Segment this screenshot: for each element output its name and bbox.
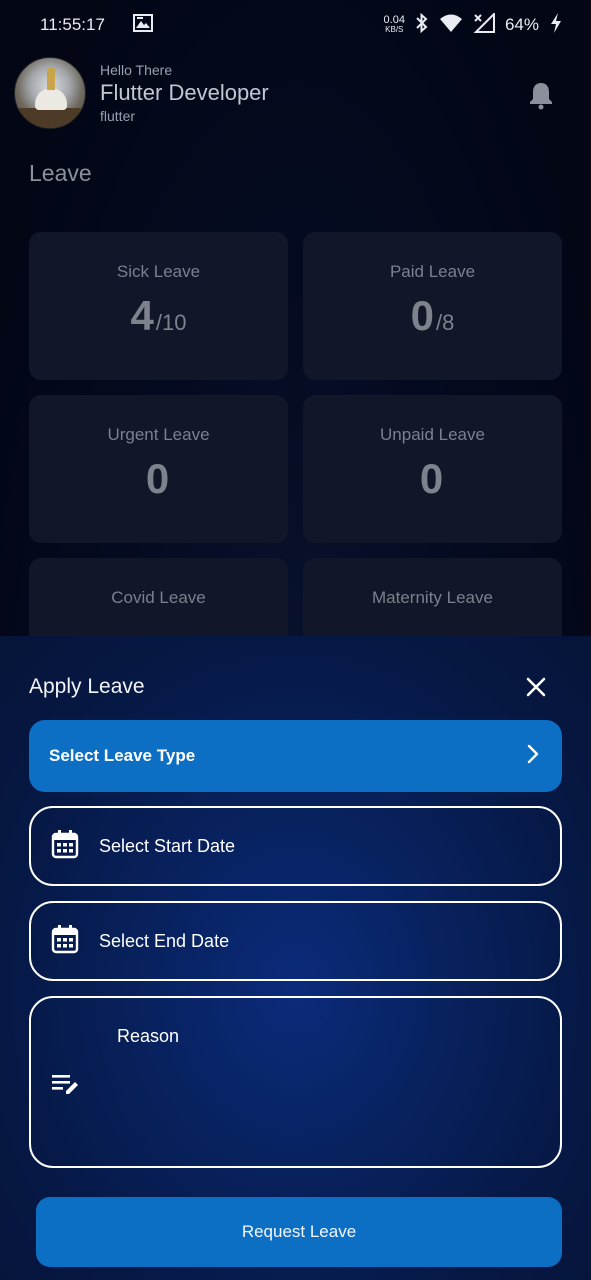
leave-card-value: 0 <box>146 455 171 503</box>
start-date-field[interactable]: Select Start Date <box>29 806 562 886</box>
end-date-label: Select End Date <box>99 930 230 951</box>
avatar-spire <box>47 68 55 90</box>
leave-balance-grid: Sick Leave 4 /10 Paid Leave 0 /8 Urgent … <box>29 232 562 706</box>
leave-card-value: 4 /10 <box>131 292 187 340</box>
reason-input[interactable]: Reason <box>29 996 562 1168</box>
leave-card-title: Unpaid Leave <box>380 425 485 444</box>
leave-card-unpaid[interactable]: Unpaid Leave 0 <box>303 395 562 543</box>
edit-note-icon <box>51 1072 81 1103</box>
leave-card-used: 0 <box>145 455 170 502</box>
leave-card-urgent[interactable]: Urgent Leave 0 <box>29 395 288 543</box>
leave-card-title: Sick Leave <box>116 262 201 281</box>
status-right: 0.04 KB/S 64% <box>383 11 563 39</box>
close-icon[interactable] <box>523 674 549 700</box>
chevron-right-icon <box>526 744 540 769</box>
bell-icon[interactable] <box>526 80 556 110</box>
calendar-icon <box>51 829 79 864</box>
start-date-label: Select Start Date <box>99 835 236 856</box>
network-speed: 0.04 KB/S <box>383 14 405 35</box>
calendar-icon <box>51 924 79 959</box>
wifi-icon <box>439 13 463 38</box>
leave-card-total: /10 <box>155 310 187 335</box>
network-speed-unit: KB/S <box>385 25 404 34</box>
section-title: Leave <box>29 160 92 186</box>
battery-percent: 64% <box>504 15 539 34</box>
leave-card-used: 4 <box>130 292 154 339</box>
signal-icon <box>473 11 495 38</box>
user-username: flutter <box>100 108 136 124</box>
avatar-stupa <box>35 88 67 110</box>
leave-card-paid[interactable]: Paid Leave 0 /8 <box>303 232 562 380</box>
end-date-field[interactable]: Select End Date <box>29 901 562 981</box>
user-display-name: Flutter Developer <box>100 80 269 105</box>
photo-app-icon <box>132 13 153 37</box>
request-leave-button[interactable]: Request Leave <box>36 1197 562 1267</box>
leave-card-sick[interactable]: Sick Leave 4 /10 <box>29 232 288 380</box>
select-leave-type-label: Select Leave Type <box>49 746 196 765</box>
leave-card-title: Paid Leave <box>389 262 476 281</box>
leave-card-value: 0 <box>420 455 445 503</box>
apply-leave-sheet: Apply Leave Select Leave Type Select Sta… <box>0 636 591 1280</box>
status-bar: 11:55:17 0.04 KB/S 64% <box>0 0 591 50</box>
request-leave-label: Request Leave <box>241 1222 357 1241</box>
leave-card-title: Covid Leave <box>111 588 206 607</box>
leave-card-title: Maternity Leave <box>372 588 493 607</box>
reason-placeholder: Reason <box>117 1026 180 1046</box>
status-left: 11:55:17 <box>40 13 153 37</box>
leave-card-title: Urgent Leave <box>107 425 210 444</box>
sheet-header: Apply Leave <box>29 672 549 702</box>
leave-card-used: 0 <box>419 455 444 502</box>
select-leave-type-button[interactable]: Select Leave Type <box>29 720 562 792</box>
leave-card-total: /8 <box>436 310 455 335</box>
avatar[interactable] <box>14 57 86 129</box>
status-time: 11:55:17 <box>40 15 105 34</box>
profile-text: Hello There Flutter Developer flutter <box>100 62 269 124</box>
greeting-text: Hello There <box>100 62 173 78</box>
battery-charging-icon <box>549 12 563 39</box>
bluetooth-icon <box>415 12 429 38</box>
network-speed-value: 0.04 <box>383 14 405 26</box>
leave-card-value: 0 /8 <box>411 292 455 340</box>
profile-header: Hello There Flutter Developer flutter <box>14 57 574 129</box>
sheet-title: Apply Leave <box>29 675 145 698</box>
leave-card-used: 0 <box>410 292 434 339</box>
avatar-ground <box>15 108 85 128</box>
